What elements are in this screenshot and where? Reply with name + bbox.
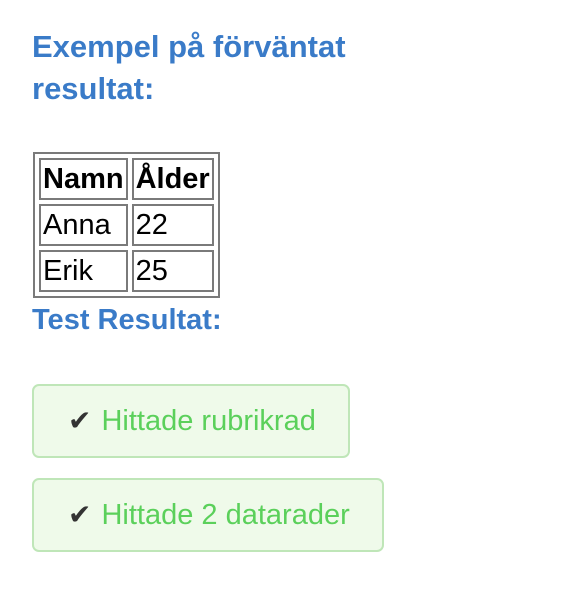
table-header-row: Namn Ålder: [39, 158, 214, 200]
table-row: Anna 22: [39, 204, 214, 246]
example-table: Namn Ålder Anna 22 Erik 25: [33, 152, 220, 298]
table-row: Erik 25: [39, 250, 214, 292]
table-cell-age: 25: [131, 250, 214, 292]
result-text: Hittade 2 datarader: [101, 499, 350, 531]
expected-result-heading: Exempel på förväntat resultat:: [32, 29, 346, 106]
checkmark-icon: ✔: [68, 404, 92, 437]
test-result-heading: Test Resultat:: [32, 304, 222, 336]
test-results-list: ✔ Hittade rubrikrad ✔ Hittade 2 datarader: [32, 384, 552, 572]
content: Exempel på förväntat resultat: Namn Ålde…: [32, 26, 552, 572]
table-cell-age: 22: [131, 204, 214, 246]
result-message-header-row: ✔ Hittade rubrikrad: [32, 384, 350, 458]
table-cell-name: Erik: [39, 250, 128, 292]
column-header-age: Ålder: [131, 158, 214, 200]
result-text: Hittade rubrikrad: [101, 405, 316, 437]
result-message-data-rows: ✔ Hittade 2 datarader: [32, 478, 384, 552]
table-cell-name: Anna: [39, 204, 128, 246]
checkmark-icon: ✔: [68, 498, 92, 531]
column-header-name: Namn: [39, 158, 128, 200]
